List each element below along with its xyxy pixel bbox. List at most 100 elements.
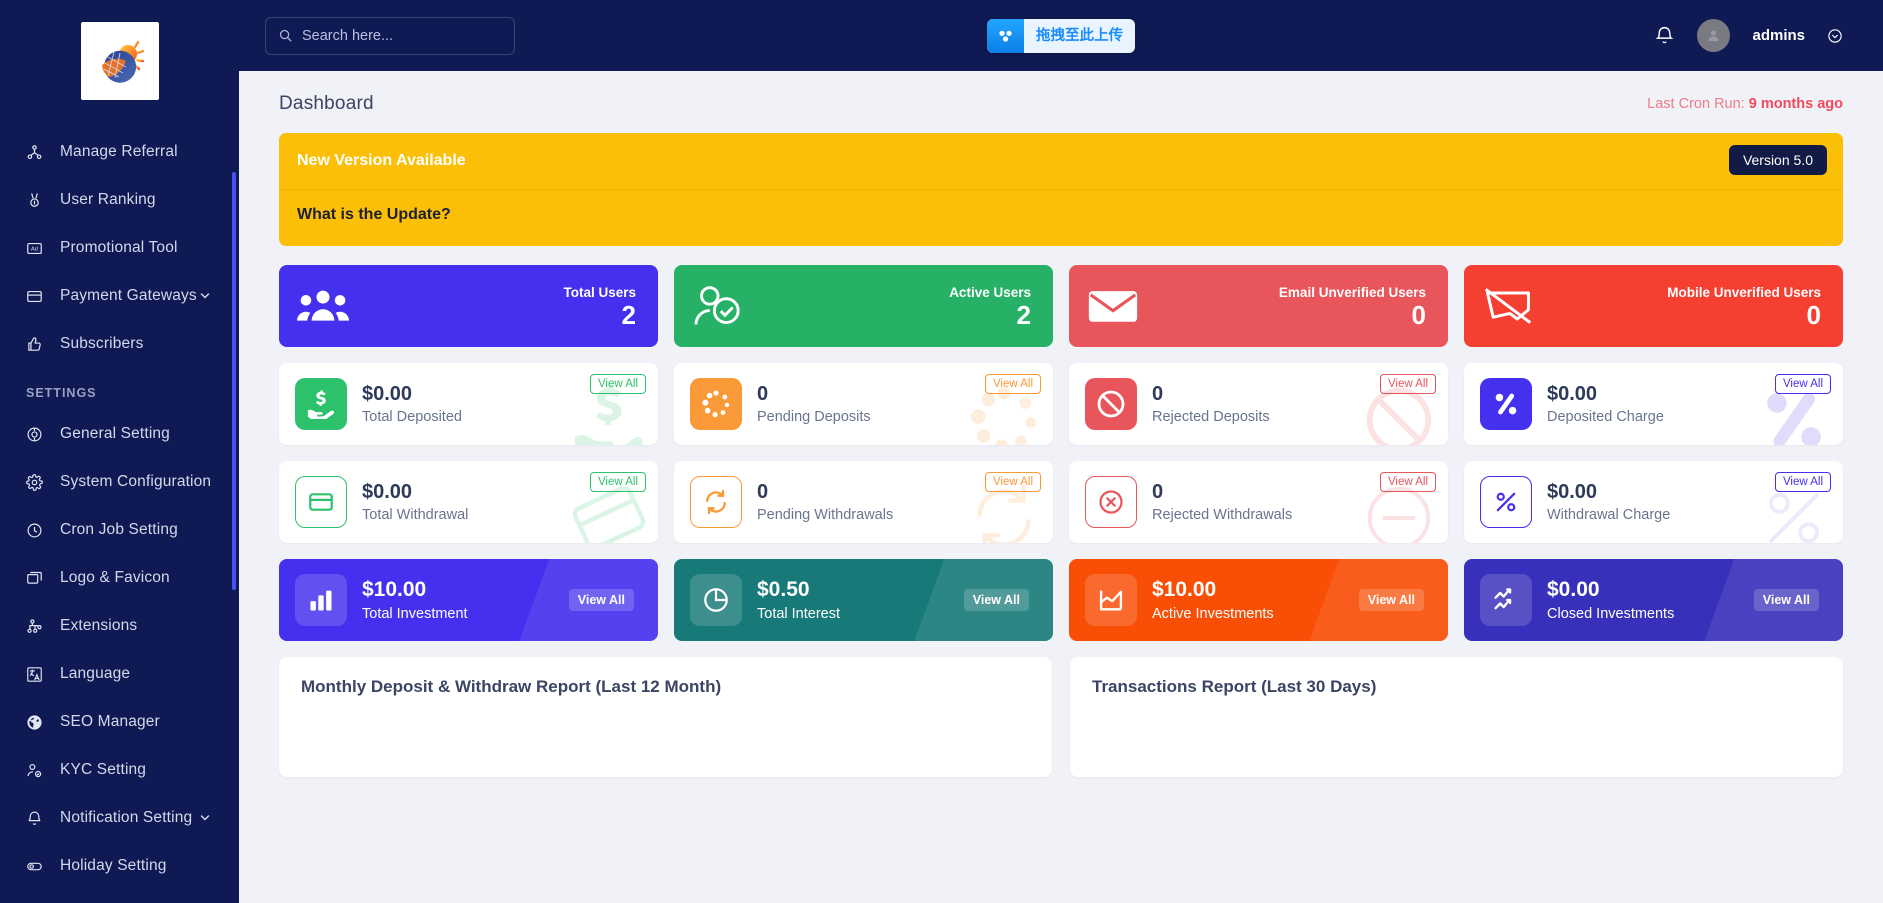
sidebar: Manage Referral User Ranking Ad Promotio… [0, 0, 239, 903]
stat-value: $10.00 [1152, 578, 1274, 602]
percent-icon [1480, 378, 1532, 430]
gear-icon [26, 474, 54, 491]
sidebar-item-system-configuration[interactable]: System Configuration [0, 458, 239, 506]
stat-label: Email Unverified Users [1279, 285, 1426, 300]
sidebar-item-kyc-setting[interactable]: KYC Setting [0, 746, 239, 794]
stat-text: $0.00 Total Deposited [362, 383, 462, 425]
percent-sign-icon [1480, 476, 1532, 528]
search-input[interactable]: Search here... [265, 17, 515, 55]
sidebar-item-holiday-setting[interactable]: Holiday Setting [0, 842, 239, 890]
view-all-button[interactable]: View All [590, 374, 646, 394]
stat-card-closed-investments[interactable]: $0.00 Closed Investments View All [1464, 559, 1843, 641]
sidebar-item-label: User Ranking [60, 191, 156, 209]
view-all-button[interactable]: View All [1359, 589, 1424, 611]
stat-card-rejected-withdrawals[interactable]: 0 Rejected Withdrawals View All [1069, 461, 1448, 543]
avatar[interactable] [1697, 19, 1730, 52]
stat-card-pending-withdrawals[interactable]: 0 Pending Withdrawals View All [674, 461, 1053, 543]
stat-label: Total Investment [362, 606, 468, 622]
stat-value: 2 [949, 302, 1031, 328]
stat-label: Pending Withdrawals [757, 507, 893, 523]
withdraw-stats-row: $0.00 Total Withdrawal View All 0 [279, 461, 1843, 543]
stat-text: Total Users 2 [563, 285, 636, 328]
view-all-button[interactable]: View All [985, 472, 1041, 492]
globe-icon [26, 714, 54, 731]
spinner-dots-icon [690, 378, 742, 430]
stat-card-total-interest[interactable]: $0.50 Total Interest View All [674, 559, 1053, 641]
stat-card-active-users[interactable]: Active Users 2 [674, 265, 1053, 347]
stat-label: Active Investments [1152, 606, 1274, 622]
stat-label: Total Deposited [362, 409, 462, 425]
sidebar-item-general-setting[interactable]: General Setting [0, 410, 239, 458]
globe-sun-logo-icon [92, 33, 148, 89]
stat-card-total-users[interactable]: Total Users 2 [279, 265, 658, 347]
ban-icon [1085, 378, 1137, 430]
sidebar-item-label: Extensions [60, 617, 137, 635]
user-name[interactable]: admins [1752, 27, 1805, 44]
stat-card-active-investments[interactable]: $10.00 Active Investments View All [1069, 559, 1448, 641]
user-stats-row: Total Users 2 Active Users 2 [279, 265, 1843, 347]
sidebar-item-extensions[interactable]: Extensions [0, 602, 239, 650]
user-check-icon [26, 762, 54, 779]
thumbs-up-icon [26, 336, 54, 353]
chevron-down-icon[interactable] [199, 290, 211, 302]
stat-card-total-deposited[interactable]: $0.00 Total Deposited View All [279, 363, 658, 445]
view-all-button[interactable]: View All [1380, 472, 1436, 492]
notification-bell-icon[interactable] [1654, 25, 1675, 46]
mobile-slash-icon [1482, 285, 1534, 327]
stat-value: $0.50 [757, 578, 840, 602]
sidebar-item-promotional-tool[interactable]: Ad Promotional Tool [0, 224, 239, 272]
card-outline-icon [295, 476, 347, 528]
stat-card-mobile-unverified-users[interactable]: Mobile Unverified Users 0 [1464, 265, 1843, 347]
stat-card-email-unverified-users[interactable]: Email Unverified Users 0 [1069, 265, 1448, 347]
user-check-circle-icon [692, 284, 744, 328]
stat-text: Mobile Unverified Users 0 [1667, 285, 1821, 328]
sidebar-item-cron-job-setting[interactable]: Cron Job Setting [0, 506, 239, 554]
stat-label: Rejected Withdrawals [1152, 507, 1292, 523]
sidebar-scrollbar[interactable] [232, 172, 236, 590]
chevron-circle-down-icon[interactable] [1827, 28, 1843, 44]
sidebar-item-seo-manager[interactable]: SEO Manager [0, 698, 239, 746]
stat-card-withdrawal-charge[interactable]: $0.00 Withdrawal Charge View All [1464, 461, 1843, 543]
brand-logo[interactable] [0, 0, 239, 128]
sidebar-item-notification-setting[interactable]: Notification Setting [0, 794, 239, 842]
view-all-button[interactable]: View All [1775, 472, 1831, 492]
stat-label: Rejected Deposits [1152, 409, 1270, 425]
chevron-down-icon[interactable] [199, 812, 211, 824]
sidebar-item-label: SEO Manager [60, 713, 160, 731]
sidebar-item-logo-favicon[interactable]: Logo & Favicon [0, 554, 239, 602]
sidebar-item-user-ranking[interactable]: User Ranking [0, 176, 239, 224]
stat-value: 0 [1279, 302, 1426, 328]
stat-card-rejected-deposits[interactable]: 0 Rejected Deposits View All [1069, 363, 1448, 445]
view-all-button[interactable]: View All [964, 589, 1029, 611]
sidebar-item-payment-gateways[interactable]: Payment Gateways [0, 272, 239, 320]
stat-card-pending-deposits[interactable]: 0 Pending Deposits View All [674, 363, 1053, 445]
netdisk-upload-widget[interactable]: 拖拽至此上传 [987, 19, 1135, 53]
view-all-button[interactable]: View All [569, 589, 634, 611]
sidebar-item-manage-referral[interactable]: Manage Referral [0, 128, 239, 176]
investment-stats-row: $10.00 Total Investment View All $0.50 T… [279, 559, 1843, 641]
sidebar-nav: Manage Referral User Ranking Ad Promotio… [0, 128, 239, 368]
images-icon [26, 570, 54, 587]
view-all-button[interactable]: View All [590, 472, 646, 492]
stat-card-total-investment[interactable]: $10.00 Total Investment View All [279, 559, 658, 641]
sidebar-item-label: KYC Setting [60, 761, 146, 779]
sidebar-item-language[interactable]: Language [0, 650, 239, 698]
stat-label: Active Users [949, 285, 1031, 300]
chart-line-icon [1480, 574, 1532, 626]
view-all-button[interactable]: View All [1380, 374, 1436, 394]
view-all-button[interactable]: View All [1775, 374, 1831, 394]
version-badge[interactable]: Version 5.0 [1729, 145, 1827, 175]
stat-value: 0 [757, 481, 893, 504]
view-all-button[interactable]: View All [1754, 589, 1819, 611]
page-header: Dashboard Last Cron Run: 9 months ago [279, 71, 1843, 133]
stat-card-total-withdrawal[interactable]: $0.00 Total Withdrawal View All [279, 461, 658, 543]
stat-value: $10.00 [362, 578, 468, 602]
view-all-button[interactable]: View All [985, 374, 1041, 394]
sidebar-nav-settings: General Setting System Configuration Cro… [0, 410, 239, 890]
stat-label: Mobile Unverified Users [1667, 285, 1821, 300]
sidebar-item-subscribers[interactable]: Subscribers [0, 320, 239, 368]
stat-text: $0.00 Deposited Charge [1547, 383, 1664, 425]
stat-card-deposited-charge[interactable]: $0.00 Deposited Charge View All [1464, 363, 1843, 445]
new-version-banner: New Version Available Version 5.0 What i… [279, 133, 1843, 246]
sidebar-item-label: Logo & Favicon [60, 569, 170, 587]
